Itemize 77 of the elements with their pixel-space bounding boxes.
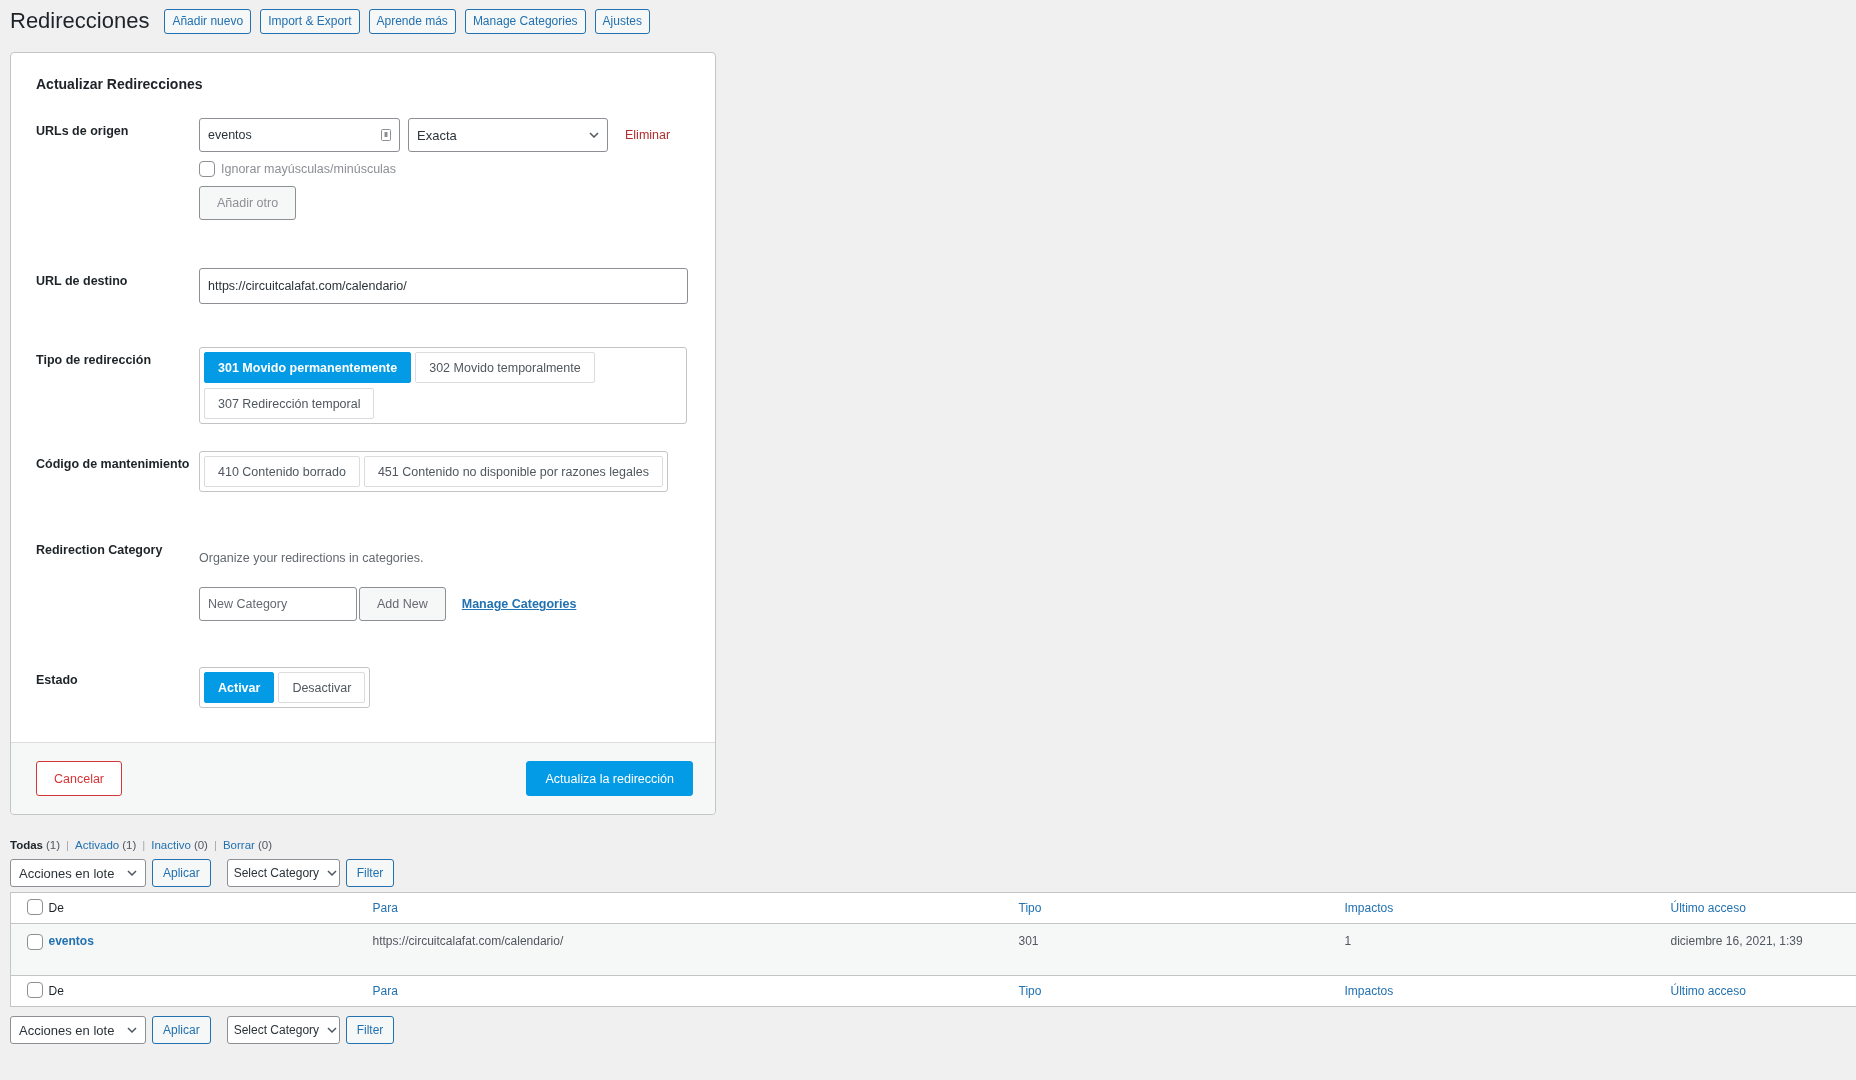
- bulk-actions-select[interactable]: Acciones en lote: [10, 859, 146, 887]
- apply-button[interactable]: Aplicar: [152, 859, 211, 887]
- filter-link[interactable]: Todas: [10, 839, 43, 851]
- add-new-button[interactable]: Add New: [359, 587, 446, 621]
- filter-count: (1): [122, 839, 137, 851]
- remove-link[interactable]: Eliminar: [625, 128, 671, 142]
- caret-icon: [327, 1027, 338, 1033]
- column-header: De: [48, 984, 64, 998]
- option-button[interactable]: Activar: [204, 672, 275, 703]
- caret-icon: [127, 1027, 137, 1033]
- field-icon: [381, 129, 391, 141]
- option-button[interactable]: 451 Contenido no disponible por razones legales: [363, 456, 663, 487]
- category-select[interactable]: Select Category: [226, 1016, 340, 1044]
- caret-icon: [327, 870, 338, 876]
- column-header[interactable]: Último acceso: [1670, 901, 1746, 915]
- field-label: Tipo de redirección: [36, 352, 153, 369]
- field-label: URLs de origen: [36, 123, 130, 140]
- caret-icon: [127, 870, 137, 876]
- select-all-checkbox[interactable]: [27, 981, 43, 998]
- category-select[interactable]: Select Category: [226, 859, 340, 887]
- filter-link[interactable]: Borrar: [222, 839, 255, 851]
- caret-icon: [589, 132, 599, 138]
- column-header[interactable]: Para: [372, 984, 398, 998]
- filter-link[interactable]: Inactivo: [151, 839, 191, 851]
- option-button[interactable]: 302 Movido temporalmente: [415, 352, 595, 383]
- option-button[interactable]: 307 Redirección temporal: [204, 388, 375, 419]
- header-button[interactable]: Aprende más: [368, 8, 456, 34]
- match-select[interactable]: Exacta: [408, 118, 608, 152]
- manage-categories-link[interactable]: Manage Categories: [461, 597, 577, 611]
- category-field[interactable]: New Category: [199, 587, 357, 621]
- header-button[interactable]: Añadir nuevo: [164, 8, 252, 34]
- column-header[interactable]: Para: [372, 901, 398, 915]
- table-cell: 1: [1344, 934, 1352, 948]
- header-button[interactable]: Import & Export: [260, 8, 360, 34]
- option-button[interactable]: Desactivar: [278, 672, 366, 703]
- filter-count: (0): [193, 839, 208, 851]
- column-header[interactable]: Tipo: [1018, 984, 1042, 998]
- add-another-button[interactable]: Añadir otro: [199, 186, 297, 220]
- filter-link[interactable]: Activado: [75, 839, 120, 851]
- separator: |: [142, 839, 146, 851]
- target-url-field[interactable]: https://circuitcalafat.com/calendario/: [199, 268, 688, 304]
- cancel-button[interactable]: Cancelar: [36, 761, 123, 796]
- page-title: Redirecciones: [10, 8, 150, 34]
- filter-count: (0): [257, 839, 272, 851]
- field-value: eventos: [208, 128, 252, 142]
- field-label: URL de destino: [36, 273, 129, 290]
- column-header[interactable]: Tipo: [1018, 901, 1042, 915]
- separator: |: [213, 839, 217, 851]
- option-button[interactable]: 301 Movido permanentemente: [204, 352, 412, 383]
- bulk-actions-select[interactable]: Acciones en lote: [10, 1016, 146, 1044]
- apply-button[interactable]: Aplicar: [152, 1016, 211, 1044]
- table-cell: 301: [1018, 934, 1039, 948]
- field-label: Redirection Category: [36, 542, 164, 559]
- form-title: Actualizar Redirecciones: [36, 76, 204, 92]
- select-all-checkbox[interactable]: [27, 898, 43, 915]
- filter-button[interactable]: Filter: [345, 1016, 395, 1044]
- field-label: Código de mantenimiento: [36, 456, 191, 473]
- update-button[interactable]: Actualiza la redirección: [526, 761, 693, 796]
- table-cell: https://circuitcalafat.com/calendario/: [372, 934, 564, 948]
- separator: |: [66, 839, 70, 851]
- filter-count: (1): [46, 839, 61, 851]
- column-header: De: [48, 901, 64, 915]
- column-header[interactable]: Último acceso: [1670, 984, 1746, 998]
- checkbox[interactable]: [199, 161, 215, 177]
- column-header[interactable]: Impactos: [1344, 901, 1394, 915]
- category-hint: Organize your redirections in categories.: [199, 551, 425, 565]
- table-cell: diciembre 16, 2021, 1:39: [1670, 934, 1803, 948]
- field-label: Estado: [36, 672, 79, 689]
- source-link[interactable]: eventos: [48, 934, 94, 948]
- checkbox-label: Ignorar mayúsculas/minúsculas: [221, 162, 397, 176]
- column-header[interactable]: Impactos: [1344, 984, 1394, 998]
- header-button[interactable]: Manage Categories: [464, 8, 586, 34]
- filter-button[interactable]: Filter: [345, 859, 395, 887]
- source-url-field[interactable]: eventos: [199, 118, 400, 152]
- row-checkbox[interactable]: [27, 934, 43, 950]
- header-button[interactable]: Ajustes: [594, 8, 650, 34]
- option-button[interactable]: 410 Contenido borrado: [204, 456, 360, 487]
